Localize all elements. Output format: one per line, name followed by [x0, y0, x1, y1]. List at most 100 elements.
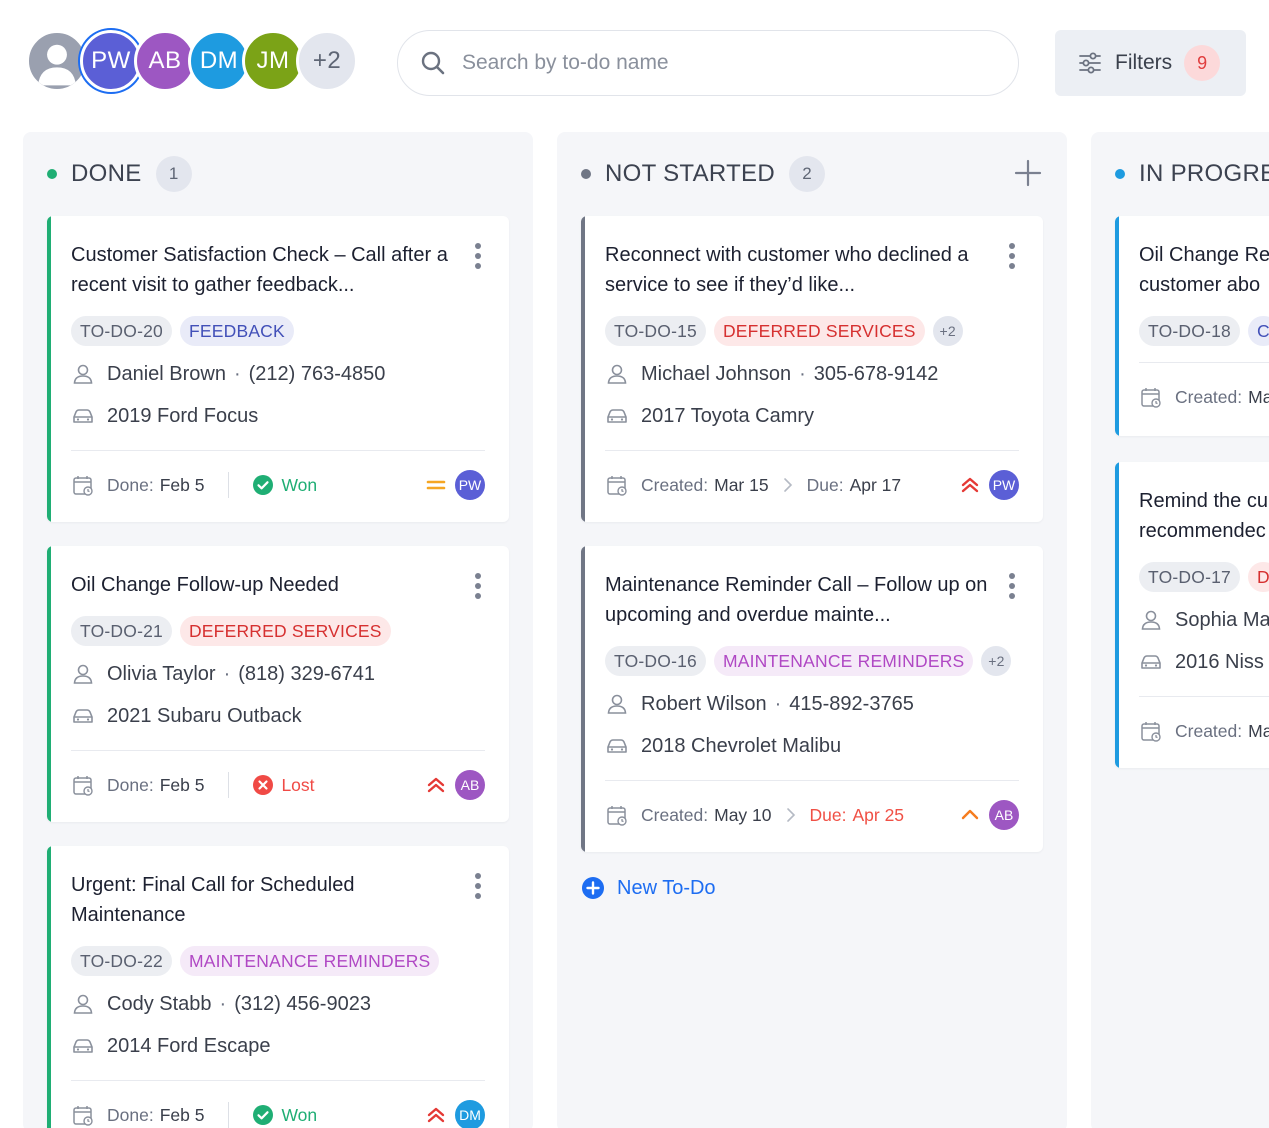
vehicle-name: 2014 Ford Escape — [107, 1034, 271, 1057]
vehicle-name: 2017 Toyota Camry — [641, 404, 815, 427]
customer-phone[interactable]: (312) 456-9023 — [234, 993, 371, 1016]
avatar-initials: PW — [91, 47, 131, 74]
highest-priority-icon — [427, 777, 445, 793]
card-title: Customer Satisfaction Check – Call after… — [71, 244, 448, 296]
customer-phone[interactable]: 415-892-3765 — [789, 693, 914, 716]
check-circle-icon — [253, 1105, 274, 1125]
status-dot — [47, 169, 57, 179]
user-avatar-pw[interactable]: PW — [80, 30, 142, 92]
todo-id-tag: TO-DO-17 — [1139, 562, 1240, 592]
highest-priority-icon — [961, 477, 979, 493]
due-date: Apr 17 — [849, 474, 902, 495]
category-tag[interactable]: MAINTENANCE REMINDERS — [713, 646, 974, 676]
customer-name: Sophia Ma — [1175, 608, 1269, 631]
search-icon — [421, 51, 445, 75]
card-footer: Created: Mar 15 Due: Apr 17 PW — [605, 451, 1019, 519]
column-title: IN PROGRES — [1139, 160, 1269, 187]
person-icon — [607, 694, 627, 714]
done-date: Feb 5 — [159, 1104, 205, 1125]
x-circle-icon — [253, 775, 274, 795]
card-title: Maintenance Reminder Call – Follow up on… — [605, 574, 988, 626]
card-tags: TO-DO-21 DEFERRED SERVICES — [71, 616, 485, 646]
calendar-clock-icon — [1141, 722, 1161, 742]
column-header: DONE 1 — [47, 156, 192, 192]
calendar-clock-icon — [73, 476, 93, 496]
filters-button[interactable]: Filters 9 — [1055, 30, 1246, 96]
separator-dot: · — [799, 362, 806, 385]
todo-id-tag: TO-DO-20 — [71, 316, 172, 346]
customer-row: Olivia Taylor · (818) 329-6741 — [71, 660, 485, 688]
user-avatar-jm[interactable]: JM — [242, 30, 304, 92]
new-todo-button[interactable]: New To-Do — [581, 876, 716, 900]
more-vertical-icon[interactable] — [1005, 571, 1019, 601]
category-tag[interactable]: DEFERRED SERVICES — [179, 616, 391, 646]
todo-id-tag: TO-DO-16 — [605, 646, 706, 676]
category-tag[interactable]: D — [1247, 562, 1269, 592]
car-icon — [73, 1039, 93, 1053]
date-label: Done: — [107, 774, 154, 795]
separator-dot: · — [774, 692, 782, 715]
person-icon — [1141, 610, 1161, 630]
assignee-avatar[interactable]: AB — [989, 800, 1019, 830]
more-tags-badge[interactable]: +2 — [981, 646, 1012, 676]
column-count: 2 — [789, 156, 825, 192]
assignee-avatar[interactable]: DM — [455, 1100, 485, 1128]
search-input[interactable] — [462, 51, 982, 75]
card-footer: Created: Ma — [1139, 363, 1269, 431]
add-icon[interactable] — [1013, 158, 1043, 188]
customer-phone[interactable]: 305-678-9142 — [814, 363, 939, 386]
done-date: Feb 5 — [159, 774, 205, 795]
car-icon — [1141, 655, 1161, 669]
card-tags: TO-DO-18 C — [1139, 316, 1269, 346]
todo-card[interactable]: Remind the cu recommendec TO-DO-17 D Sop… — [1115, 462, 1269, 768]
due-date: Apr 25 — [852, 804, 905, 825]
assignee-avatar[interactable]: PW — [455, 470, 485, 500]
chevron-right-icon — [783, 478, 792, 492]
user-avatar-dm[interactable]: DM — [188, 30, 250, 92]
check-circle-icon — [253, 475, 274, 495]
customer-phone[interactable]: (212) 763-4850 — [249, 363, 386, 386]
card-tags: TO-DO-16 MAINTENANCE REMINDERS +2 — [605, 646, 1019, 676]
calendar-clock-icon — [1141, 388, 1161, 408]
category-tag[interactable]: MAINTENANCE REMINDERS — [179, 946, 440, 976]
date-label: Done: — [107, 1104, 154, 1125]
category-tag[interactable]: DEFERRED SERVICES — [713, 316, 925, 346]
more-vertical-icon[interactable] — [471, 871, 485, 901]
created-date: Mar 15 — [714, 474, 769, 495]
assignee-avatar[interactable]: AB — [455, 770, 485, 800]
more-vertical-icon[interactable] — [471, 571, 485, 601]
user-avatar-ab[interactable]: AB — [134, 30, 196, 92]
created-label: Created: — [1175, 386, 1243, 407]
more-vertical-icon[interactable] — [471, 241, 485, 271]
todo-card[interactable]: Oil Change Re customer abo TO-DO-18 C Cr… — [1115, 216, 1269, 436]
more-users-button[interactable]: +2 — [296, 30, 358, 92]
status-dot — [581, 169, 591, 179]
vehicle-name: 2016 Niss — [1175, 650, 1264, 673]
category-tag[interactable]: C — [1247, 316, 1269, 346]
user-avatar-photo[interactable] — [26, 30, 88, 92]
person-icon — [73, 364, 93, 384]
column-not-started: NOT STARTED 2 Reconnect with customer wh… — [557, 132, 1067, 1128]
search-bar — [397, 30, 1019, 96]
card-footer: Created: Ma — [1139, 697, 1269, 765]
todo-card[interactable]: Oil Change Follow-up Needed TO-DO-21 DEF… — [47, 546, 509, 822]
todo-card[interactable]: Reconnect with customer who declined a s… — [581, 216, 1043, 522]
category-tag[interactable]: FEEDBACK — [179, 316, 294, 346]
customer-phone[interactable]: (818) 329-6741 — [238, 663, 375, 686]
calendar-clock-icon — [607, 806, 627, 826]
card-tags: TO-DO-15 DEFERRED SERVICES +2 — [605, 316, 1019, 346]
more-vertical-icon[interactable] — [1005, 241, 1019, 271]
result-status: Won — [253, 475, 317, 496]
vehicle-row: 2014 Ford Escape — [71, 1032, 485, 1060]
more-tags-badge[interactable]: +2 — [932, 316, 963, 346]
calendar-clock-icon — [607, 476, 627, 496]
todo-card[interactable]: Urgent: Final Call for Scheduled Mainten… — [47, 846, 509, 1128]
column-header: IN PROGRES — [1115, 156, 1269, 192]
customer-row: Daniel Brown · (212) 763-4850 — [71, 360, 485, 388]
todo-card[interactable]: Maintenance Reminder Call – Follow up on… — [581, 546, 1043, 852]
vehicle-name: 2019 Ford Focus — [107, 404, 259, 427]
column-header: NOT STARTED 2 — [581, 156, 825, 192]
assignee-avatar[interactable]: PW — [989, 470, 1019, 500]
todo-card[interactable]: Customer Satisfaction Check – Call after… — [47, 216, 509, 522]
column-title: DONE — [71, 160, 142, 187]
